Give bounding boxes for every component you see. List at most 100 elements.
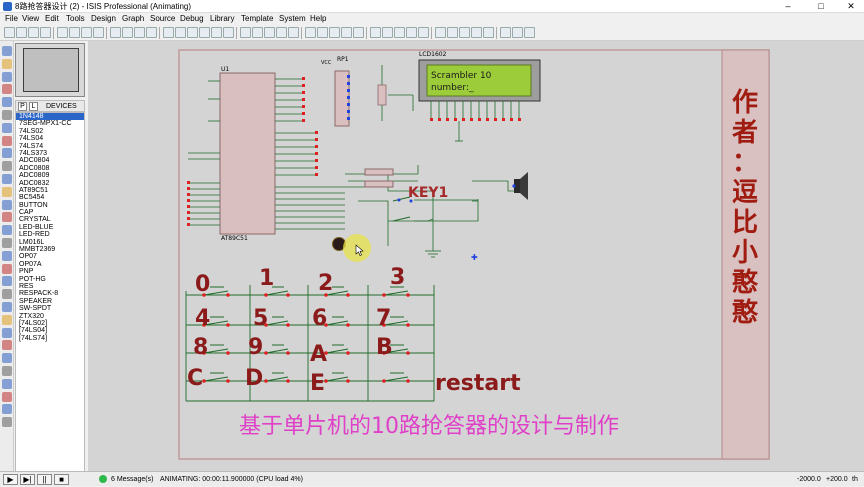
device-list-item[interactable]: ADC0809 (16, 172, 84, 179)
mode-tool-icon[interactable] (2, 186, 12, 197)
toolbar-button[interactable] (353, 27, 364, 38)
mode-tool-icon[interactable] (2, 97, 12, 108)
device-list-item[interactable]: CRYSTAL (16, 216, 84, 223)
toolbar-button[interactable] (394, 27, 405, 38)
toolbar-button[interactable] (317, 27, 328, 38)
toolbar-button[interactable] (382, 27, 393, 38)
device-list-item[interactable]: BUTTON (16, 202, 84, 209)
device-list-item[interactable]: [74LS04] (16, 327, 84, 334)
mode-tool-icon[interactable] (2, 122, 12, 133)
menu-design[interactable]: Design (91, 13, 116, 25)
mode-tool-icon[interactable] (2, 417, 12, 428)
mode-tool-icon[interactable] (2, 135, 12, 146)
device-list-item[interactable]: LED-RED (16, 231, 84, 238)
menu-library[interactable]: Library (210, 13, 234, 25)
toolbar-button[interactable] (93, 27, 104, 38)
device-list-item[interactable]: RESPACK-8 (16, 290, 84, 297)
menu-edit[interactable]: Edit (45, 13, 59, 25)
mode-tool-icon[interactable] (2, 263, 12, 274)
toolbar-button[interactable] (146, 27, 157, 38)
play-button[interactable]: ▶ (3, 474, 18, 485)
toolbar-button[interactable] (69, 27, 80, 38)
menu-system[interactable]: System (279, 13, 306, 25)
mode-tool-icon[interactable] (2, 353, 12, 364)
toolbar-button[interactable] (341, 27, 352, 38)
toolbar-button[interactable] (223, 27, 234, 38)
toolbar-button[interactable] (447, 27, 458, 38)
toolbar-button[interactable] (163, 27, 174, 38)
toolbar-button[interactable] (187, 27, 198, 38)
toolbar-button[interactable] (240, 27, 251, 38)
mode-tool-icon[interactable] (2, 161, 12, 172)
toolbar-button[interactable] (4, 27, 15, 38)
toolbar-button[interactable] (16, 27, 27, 38)
toolbar-button[interactable] (81, 27, 92, 38)
device-list-item[interactable]: MMBT2369 (16, 246, 84, 253)
mode-tool-icon[interactable] (2, 327, 12, 338)
mode-tool-icon[interactable] (2, 110, 12, 120)
toolbar-button[interactable] (418, 27, 429, 38)
mode-tool-icon[interactable] (2, 404, 12, 415)
library-manager-button[interactable]: L (29, 102, 38, 111)
toolbar-button[interactable] (471, 27, 482, 38)
device-list-item[interactable]: SPEAKER (16, 298, 84, 305)
device-list-item[interactable]: 74LS02 (16, 128, 84, 135)
mode-tool-icon[interactable] (2, 71, 12, 82)
toolbar-button[interactable] (40, 27, 51, 38)
mcu-chip[interactable] (219, 72, 276, 235)
toolbar-button[interactable] (524, 27, 535, 38)
mode-tool-icon[interactable] (2, 46, 12, 56)
menu-graph[interactable]: Graph (122, 13, 144, 25)
toolbar-button[interactable] (175, 27, 186, 38)
toolbar-button[interactable] (264, 27, 275, 38)
device-list-item[interactable]: ADC0804 (16, 157, 84, 164)
device-list-item[interactable]: BC5454 (16, 194, 84, 201)
device-list-item[interactable]: ADC0808 (16, 165, 84, 172)
device-list-item[interactable]: [74LS02] (16, 320, 84, 327)
mode-tool-icon[interactable] (2, 378, 12, 389)
device-list-item[interactable]: AT89C51 (16, 187, 84, 194)
close-button[interactable]: ✕ (836, 0, 864, 13)
toolbar-button[interactable] (406, 27, 417, 38)
minimize-button[interactable]: – (773, 0, 803, 13)
menu-tools[interactable]: Tools (66, 13, 85, 25)
device-list-item[interactable]: OP07A (16, 261, 84, 268)
maximize-button[interactable]: □ (806, 0, 836, 13)
mode-tool-icon[interactable] (2, 212, 12, 223)
overview-window[interactable] (15, 43, 85, 97)
device-list-item[interactable]: OP07 (16, 253, 84, 260)
device-list-item[interactable]: 74LS74 (16, 143, 84, 150)
toolbar-button[interactable] (211, 27, 222, 38)
menu-template[interactable]: Template (241, 13, 273, 25)
stop-button[interactable]: ■ (54, 474, 69, 485)
toolbar-button[interactable] (370, 27, 381, 38)
mode-tool-icon[interactable] (2, 250, 12, 261)
menu-help[interactable]: Help (310, 13, 326, 25)
toolbar-button[interactable] (252, 27, 263, 38)
resistor-pack[interactable] (334, 70, 350, 127)
pause-button[interactable]: || (37, 474, 52, 485)
device-list-item[interactable]: ZTX320 (16, 313, 84, 320)
mode-tool-icon[interactable] (2, 199, 12, 210)
mode-tool-icon[interactable] (2, 225, 12, 236)
menu-source[interactable]: Source (150, 13, 175, 25)
mode-tool-icon[interactable] (2, 58, 12, 69)
mode-tool-icon[interactable] (2, 340, 12, 351)
mode-tool-icon[interactable] (2, 148, 12, 159)
device-list-item[interactable]: 74LS373 (16, 150, 84, 157)
toolbar-button[interactable] (329, 27, 340, 38)
device-list-item[interactable]: 74LS04 (16, 135, 84, 142)
toolbar-button[interactable] (199, 27, 210, 38)
mode-tool-icon[interactable] (2, 302, 12, 312)
mode-tool-icon[interactable] (2, 391, 12, 402)
device-list-item[interactable]: RES (16, 283, 84, 290)
toolbar-button[interactable] (122, 27, 133, 38)
toolbar-button[interactable] (276, 27, 287, 38)
toolbar-button[interactable] (305, 27, 316, 38)
pick-devices-button[interactable]: P (18, 102, 27, 111)
device-list-item[interactable]: 7SEG-MPX1-CC (16, 120, 84, 127)
mode-tool-icon[interactable] (2, 276, 12, 287)
toolbar-button[interactable] (110, 27, 121, 38)
toolbar-button[interactable] (57, 27, 68, 38)
mode-tool-icon[interactable] (2, 366, 12, 376)
